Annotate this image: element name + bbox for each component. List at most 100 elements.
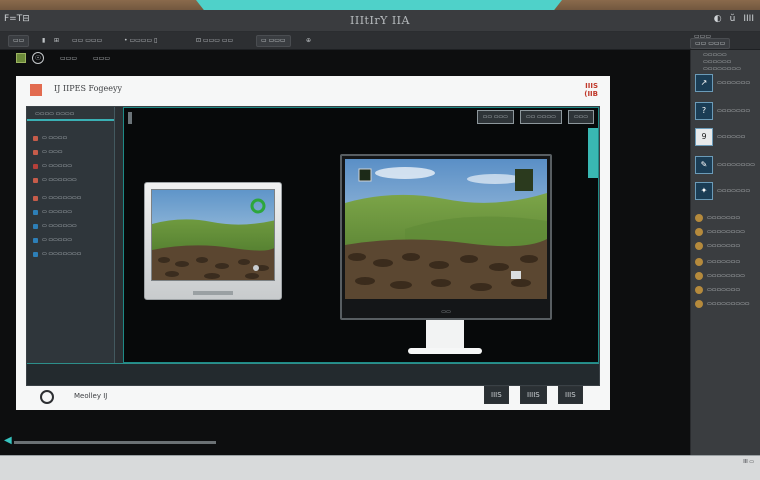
title-bar: F=T⊟ IIItIrY IIA ◐ ŭ IIII <box>0 10 760 32</box>
avatar <box>695 228 703 236</box>
sidebar-item[interactable]: ▭ ▭▭▭▭▭ <box>27 159 114 173</box>
app-window-card: IJ IIPES Fogeeyy IIIS (IIB ▭▭▭▭ ▭▭▭▭ ▭ ▭… <box>16 76 610 410</box>
avatar <box>695 258 703 266</box>
footer-button[interactable]: IIIIS <box>520 386 547 404</box>
horizontal-scrollbar[interactable]: ◀ <box>4 436 216 448</box>
right-panel-small-item[interactable]: ▭▭▭▭▭▭▭ <box>695 256 759 268</box>
window-controls: ◐ ŭ IIII <box>714 14 754 24</box>
sidebar-item-icon <box>33 163 38 169</box>
item-label: ▭▭▭▭▭▭▭ <box>717 188 751 194</box>
toolbar-button[interactable]: ▭ ▭▭▭ <box>256 35 291 47</box>
sidebar-item-label: ▭ ▭▭▭▭▭ <box>42 209 72 215</box>
sidebar-item[interactable]: ▭ ▭▭▭▭▭ <box>27 233 114 247</box>
toolbar-item[interactable]: • ▭▭▭▭ ▯ <box>124 37 157 44</box>
window-control-icon[interactable]: ◐ <box>714 14 722 24</box>
right-panel-item[interactable]: ✦ ▭▭▭▭▭▭▭ <box>695 180 759 202</box>
sidebar-item-label: ▭ ▭▭▭▭▭ <box>42 237 72 243</box>
footer-button[interactable]: IIIS <box>558 386 583 404</box>
sidebar-item-label: ▭ ▭▭▭▭▭▭ <box>42 223 77 229</box>
app-badge-line: IIIS <box>585 82 598 90</box>
app-square-icon[interactable] <box>16 53 26 63</box>
item-label: ▭▭▭▭▭▭▭ <box>707 259 741 265</box>
info-circle-icon[interactable]: ☉ <box>32 52 44 64</box>
avatar <box>695 300 703 308</box>
sidebar-item[interactable]: ▭ ▭▭▭▭▭ <box>27 205 114 219</box>
item-label: ▭▭▭▭▭▭▭▭ <box>717 162 755 168</box>
stage-tool-button[interactable]: ▭▭▭ <box>567 110 594 124</box>
sidebar-item-icon <box>33 135 38 141</box>
item-label: ▭▭▭▭▭▭▭ <box>717 80 751 86</box>
toolbar-icon[interactable]: ⊕ <box>306 37 311 44</box>
toolbar-icon[interactable]: ⊞ <box>54 37 59 44</box>
toolbar: ▭▭ ▮ ⊞ ▭▭ ▭▭▭ • ▭▭▭▭ ▯ ⊡ ▭▭▭ ▭▭ ▭ ▭▭▭ ⊕ … <box>0 32 760 50</box>
sidebar-item-label: ▭ ▭▭▭▭▭ <box>42 163 72 169</box>
item-label: ▭▭▭▭▭▭▭ <box>707 215 741 221</box>
toolbar-item[interactable]: ⊡ ▭▭▭ ▭▭ <box>196 37 233 44</box>
toolbar-item[interactable]: ▭▭ ▭▭▭ <box>72 37 102 44</box>
card-footer: Meolley IJ IIIS IIIIS IIIS <box>26 386 600 408</box>
monitor-screen-image <box>345 159 547 299</box>
sidebar-item[interactable]: ▭ ▭▭▭▭▭▭ <box>27 219 114 233</box>
logo-icon <box>40 390 54 404</box>
stage-toolbar: ▭▭ ▭▭▭ ▭▭ ▭▭▭▭ ▭▭▭ <box>476 110 594 124</box>
monitor-preview[interactable]: ▭▭ <box>340 154 552 320</box>
sidebar-item[interactable]: ▭ ▭▭▭▭ <box>27 131 114 145</box>
sidebar-item-icon <box>33 209 38 215</box>
sidebar-item-label: ▭ ▭▭▭▭ <box>42 135 68 141</box>
item-label: ▭▭▭▭▭▭▭▭▭ <box>707 301 750 307</box>
workspace-header-text: ▭▭▭ <box>93 54 111 62</box>
status-bar: III ▭ <box>0 455 760 480</box>
sidebar-item-icon <box>33 177 38 183</box>
right-panel-item[interactable]: 9 ▭▭▭▭▭▭ <box>695 126 759 148</box>
right-panel-item[interactable]: ↗ ▭▭▭▭▭▭▭ <box>695 72 759 94</box>
monitor-stand <box>426 320 464 348</box>
window-control-icon[interactable]: IIII <box>743 14 754 24</box>
window-control-icon[interactable]: ŭ <box>730 14 736 24</box>
avatar <box>695 214 703 222</box>
item-label: ▭▭▭▭▭▭▭ <box>717 108 751 114</box>
stage-slider-handle[interactable] <box>128 112 132 124</box>
sidebar-item-icon <box>33 149 38 155</box>
preview-stage: ▭▭ ▭▭▭ ▭▭ ▭▭▭▭ ▭▭▭ ▭▭ <box>123 107 599 363</box>
right-panel-small-item[interactable]: ▭▭▭▭▭▭▭▭ <box>695 270 759 282</box>
right-panel-small-item[interactable]: ▭▭▭▭▭▭▭▭▭ <box>695 298 759 310</box>
footer-button[interactable]: IIIS <box>484 386 509 404</box>
arrow-left-icon[interactable]: ◀ <box>4 436 12 446</box>
sidebar-item-icon <box>33 251 38 257</box>
tablet-preview[interactable] <box>144 182 282 300</box>
sidebar-item-label: ▭ ▭▭▭ <box>42 149 63 155</box>
item-label: ▭▭▭▭▭▭ <box>717 134 746 140</box>
right-panel-small-item[interactable]: ▭▭▭▭▭▭▭ <box>695 240 759 252</box>
toolbar-right-button[interactable]: ▭▭ ▭▭▭ <box>690 38 731 49</box>
app-title: IJ IIPES Fogeeyy <box>54 84 123 93</box>
app-badge-line: (IIB <box>584 90 598 98</box>
right-panel-small-item[interactable]: ▭▭▭▭▭▭▭ <box>695 284 759 296</box>
editor-bottom-bar <box>27 363 599 385</box>
right-panel-small-item[interactable]: ▭▭▭▭▭▭▭ <box>695 212 759 224</box>
workspace-header: ☉ ▭▭▭ ▭▭▭ <box>16 52 110 64</box>
right-panel-item[interactable]: ? ▭▭▭▭▭▭▭ <box>695 100 759 122</box>
right-panel-small-item[interactable]: ▭▭▭▭▭▭▭▭ <box>695 226 759 238</box>
stage-scrollbar[interactable] <box>588 128 598 178</box>
sidebar: ▭▭▭▭ ▭▭▭▭ ▭ ▭▭▭▭ ▭ ▭▭▭ ▭ ▭▭▭▭▭ ▭ ▭▭▭▭▭ ▭ … <box>27 107 115 385</box>
toolbar-button[interactable]: ▭▭ <box>8 35 30 47</box>
sidebar-item-icon <box>33 223 38 229</box>
sidebar-item-icon <box>33 195 38 201</box>
stage-tool-button[interactable]: ▭▭ ▭▭▭▭ <box>519 110 562 124</box>
app-icon <box>30 84 42 96</box>
sidebar-item[interactable]: ▭ ▭▭▭▭▭▭▭ <box>27 191 114 205</box>
toolbar-icon[interactable]: ▮ <box>42 37 45 44</box>
right-panel-item[interactable]: ✎ ▭▭▭▭▭▭▭▭ <box>695 154 759 176</box>
right-panel-header-line: ▭▭▭▭▭ <box>703 52 727 58</box>
item-thumbnail-icon: ↗ <box>695 74 713 92</box>
sidebar-item[interactable]: ▭ ▭▭▭ <box>27 145 114 159</box>
right-panel-header: ▭▭▭▭▭ ▭▭▭▭▭▭ ▭▭▭▭▭▭▭▭ <box>703 52 753 73</box>
right-panel-header-line: ▭▭▭▭▭▭ <box>703 59 732 65</box>
scroll-track[interactable] <box>14 441 216 444</box>
item-label: ▭▭▭▭▭▭▭ <box>707 287 741 293</box>
stage-tool-button[interactable]: ▭▭ ▭▭▭ <box>476 110 514 124</box>
sidebar-item[interactable]: ▭ ▭▭▭▭▭▭ <box>27 173 114 187</box>
sidebar-item[interactable]: ▭ ▭▭▭▭▭▭▭ <box>27 247 114 261</box>
tablet-dock <box>193 291 233 295</box>
avatar <box>695 242 703 250</box>
